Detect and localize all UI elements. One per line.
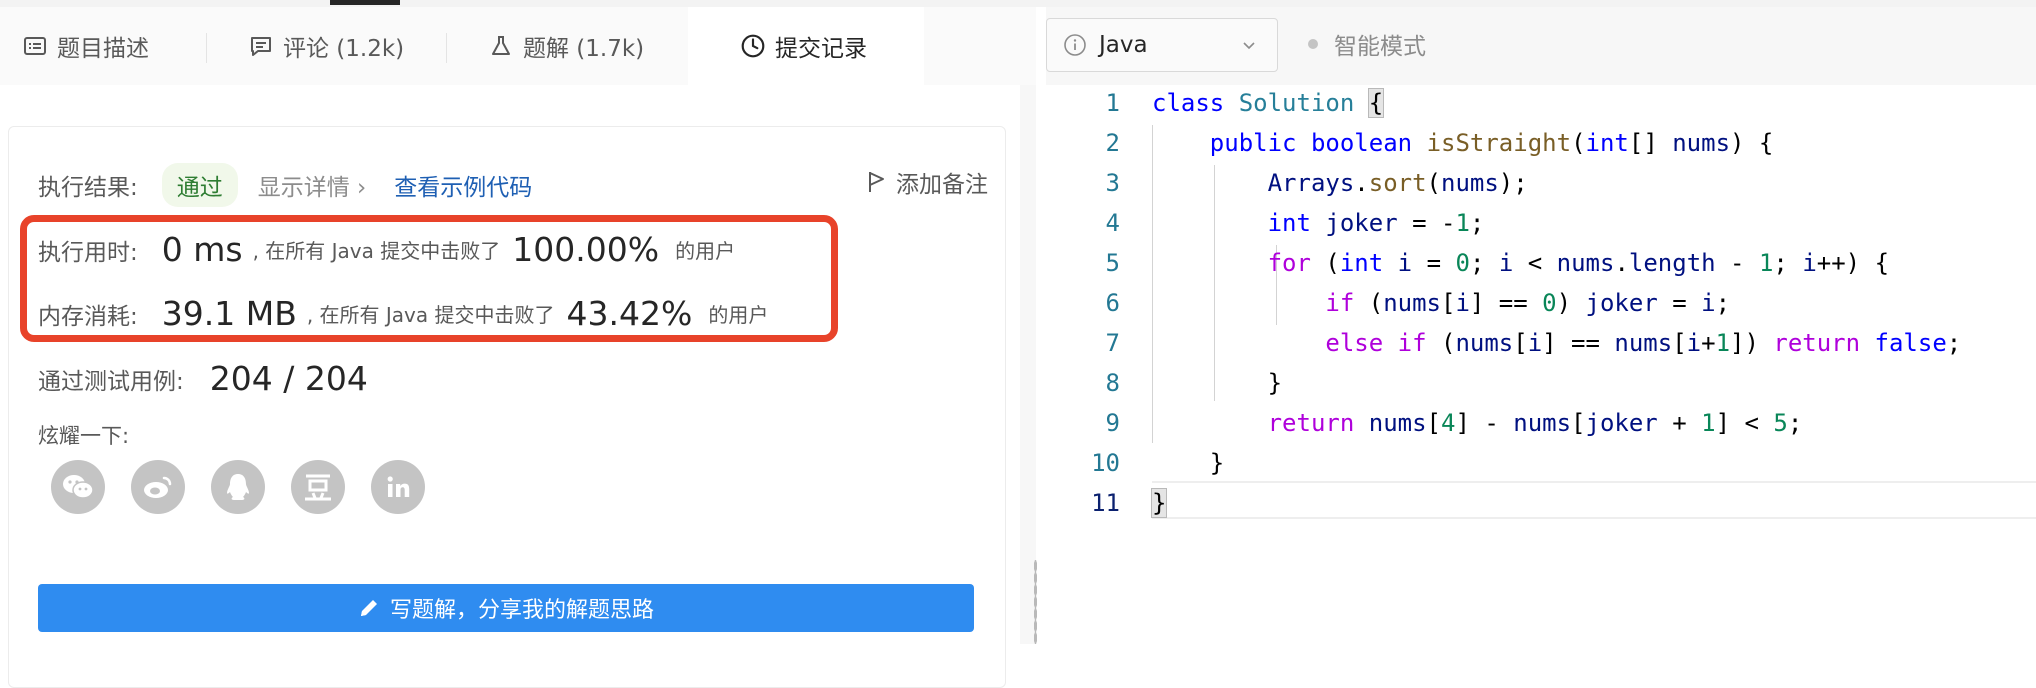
chevron-down-icon: [1241, 37, 1257, 53]
view-example-code-link[interactable]: 查看示例代码: [394, 168, 532, 202]
smart-mode-toggle[interactable]: 智能模式: [1308, 27, 1426, 61]
runtime-suffix: 的用户: [675, 239, 736, 263]
smart-mode-label: 智能模式: [1334, 34, 1426, 60]
runtime-value: 0 ms: [161, 230, 243, 269]
result-label: 执行结果:: [38, 175, 138, 201]
flask-icon: [488, 33, 514, 59]
tab-description[interactable]: 题目描述: [22, 7, 202, 85]
weibo-icon[interactable]: [131, 460, 185, 514]
line-number: 9: [1105, 409, 1120, 437]
line-number: 3: [1105, 169, 1120, 197]
flag-icon: [866, 170, 886, 194]
memory-percent: 43.42%: [566, 294, 693, 333]
line-number: 2: [1105, 129, 1120, 157]
language-select[interactable]: Java: [1046, 18, 1278, 72]
left-panel: 题目描述 评论 (1.2k) 题解 (1.7k) 提交记录 执行结果: 通过 显…: [0, 7, 1036, 688]
comment-icon: [248, 33, 274, 59]
tab-submissions[interactable]: 提交记录: [688, 7, 924, 85]
line-number: 1: [1105, 89, 1120, 117]
write-solution-label: 写题解，分享我的解题思路: [389, 598, 654, 623]
line-number: 11: [1091, 489, 1120, 517]
douban-icon[interactable]: [291, 460, 345, 514]
line-number: 8: [1105, 369, 1120, 397]
tab-solutions[interactable]: 题解 (1.7k): [488, 7, 688, 85]
description-icon: [22, 33, 48, 59]
write-solution-button[interactable]: 写题解，分享我的解题思路: [38, 584, 974, 632]
tab-comments-label: 评论 (1.2k): [283, 36, 405, 62]
info-icon: [1063, 33, 1087, 57]
language-value: Java: [1099, 32, 1148, 58]
code-line: }: [1152, 369, 1283, 397]
memory-value: 39.1 MB: [161, 294, 297, 333]
tab-submissions-label: 提交记录: [775, 36, 867, 62]
editor-panel: Java 智能模式 1 2 3 4 5 6 7 8 9 10 11 class …: [1046, 7, 2036, 644]
runtime-label: 执行用时:: [38, 239, 138, 266]
indent-guide: [1214, 165, 1215, 401]
tab-solutions-label: 题解 (1.7k): [523, 36, 645, 62]
status-dot: [1308, 39, 1318, 49]
memory-row: 内存消耗: 39.1 MB , 在所有 Java 提交中击败了 43.42% 的…: [38, 294, 768, 333]
top-strip: [0, 0, 2036, 7]
linkedin-icon[interactable]: [371, 460, 425, 514]
line-number: 4: [1105, 209, 1120, 237]
code-line: class Solution {: [1152, 88, 1385, 118]
result-row: 执行结果: 通过 显示详情 › 查看示例代码: [38, 163, 532, 207]
runtime-text: , 在所有 Java 提交中击败了: [252, 239, 501, 263]
show-details-link[interactable]: 显示详情 ›: [258, 168, 367, 202]
code-editor[interactable]: 1 2 3 4 5 6 7 8 9 10 11 class Solution {…: [1046, 85, 2036, 644]
tab-separator: [206, 33, 207, 63]
tab-separator: [446, 33, 447, 63]
clock-icon: [740, 33, 766, 59]
line-number: 10: [1091, 449, 1120, 477]
add-note-label: 添加备注: [896, 172, 988, 198]
code-line: int joker = -1;: [1267, 209, 1485, 237]
code-line: public boolean isStraight(int[] nums) {: [1209, 129, 1774, 157]
code-line: return nums[4] - nums[joker + 1] < 5;: [1267, 409, 1803, 437]
tab-comments[interactable]: 评论 (1.2k): [248, 7, 448, 85]
tests-row: 通过测试用例: 204 / 204: [38, 359, 368, 398]
runtime-percent: 100.00%: [512, 230, 660, 269]
code-line: if (nums[i] == 0) joker = i;: [1325, 289, 1731, 317]
tab-bar: 题目描述 评论 (1.2k) 题解 (1.7k) 提交记录: [0, 7, 1036, 85]
wechat-icon[interactable]: [51, 460, 105, 514]
memory-label: 内存消耗:: [38, 303, 138, 330]
resize-handle[interactable]: [1034, 560, 1037, 644]
runtime-row: 执行用时: 0 ms , 在所有 Java 提交中击败了 100.00% 的用户: [38, 230, 735, 269]
line-number: 7: [1105, 329, 1120, 357]
memory-suffix: 的用户: [708, 303, 769, 327]
tests-label: 通过测试用例:: [38, 368, 184, 395]
code-line: else if (nums[i] == nums[i+1]) return fa…: [1325, 329, 1962, 357]
pencil-icon: [358, 597, 380, 619]
tests-value: 204 / 204: [209, 359, 368, 398]
share-title: 炫耀一下:: [38, 424, 130, 448]
line-number: 5: [1105, 249, 1120, 277]
code-line: }: [1152, 449, 1225, 477]
editor-toolbar: Java 智能模式: [1046, 7, 2036, 85]
qq-icon[interactable]: [211, 460, 265, 514]
memory-text: , 在所有 Java 提交中击败了: [306, 303, 555, 327]
add-note-button[interactable]: 添加备注: [866, 165, 988, 199]
code-line: for (int i = 0; i < nums.length - 1; i++…: [1267, 249, 1890, 277]
current-line-highlight: [1152, 481, 2036, 519]
code-line: Arrays.sort(nums);: [1267, 169, 1528, 197]
tab-description-label: 题目描述: [57, 36, 149, 62]
status-badge: 通过: [161, 163, 238, 207]
active-indicator: [330, 0, 400, 5]
line-number: 6: [1105, 289, 1120, 317]
code-line: }: [1150, 488, 1168, 518]
